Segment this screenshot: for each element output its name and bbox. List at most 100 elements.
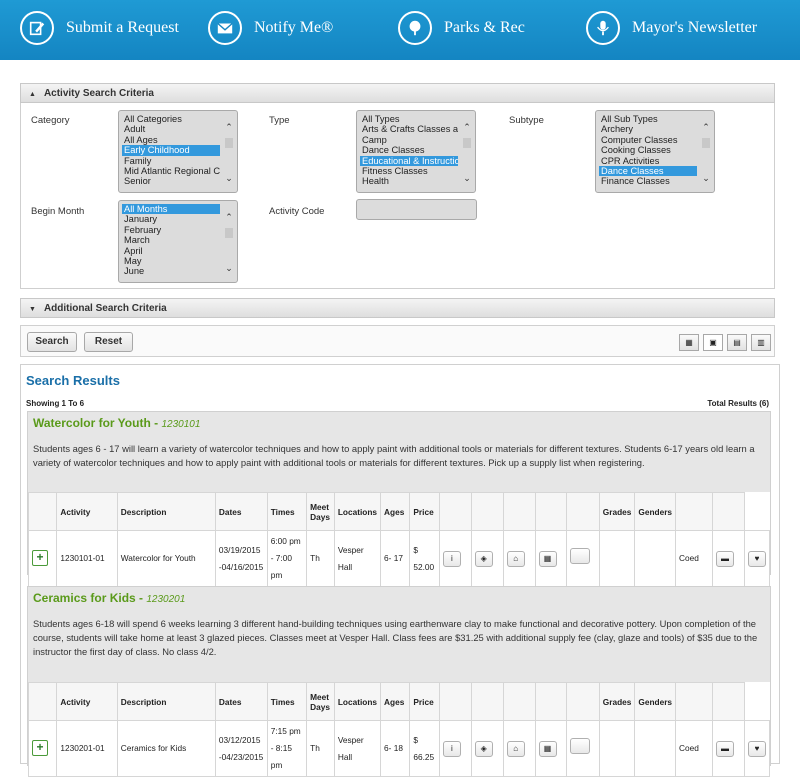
reset-button[interactable]: Reset <box>84 332 133 352</box>
scrollbar-thumb[interactable] <box>702 138 710 148</box>
icon-cell <box>566 530 600 587</box>
nav-submit-request[interactable]: Submit a Request <box>20 0 179 56</box>
column-header <box>438 682 472 721</box>
nav-notify-me[interactable]: Notify Me® <box>208 0 333 56</box>
calendar-view-icon[interactable]: ▥ <box>751 334 771 351</box>
column-header: Price <box>409 492 440 531</box>
scrollbar-thumb[interactable] <box>463 138 471 148</box>
activity-search-criteria-header[interactable]: ▲ Activity Search Criteria <box>20 83 775 103</box>
chevron-up-icon[interactable]: ⌃ <box>223 122 235 132</box>
nav-label: Mayor's Newsletter <box>632 19 758 36</box>
heart-icon[interactable]: ♥ <box>748 551 766 567</box>
column-header <box>675 682 713 721</box>
listbox-option[interactable]: Dance Classes <box>360 145 458 155</box>
chevron-down-icon[interactable]: ⌄ <box>700 173 712 183</box>
chevron-down-icon[interactable]: ⌄ <box>223 263 235 273</box>
showing-count: Showing 1 To 6 <box>26 399 85 408</box>
listbox-option[interactable]: Computer Classes <box>599 135 697 145</box>
listbox-option[interactable]: June <box>122 266 220 276</box>
detail-view-icon[interactable]: ▤ <box>727 334 747 351</box>
listbox-option[interactable]: Finance Classes <box>599 176 697 186</box>
scrollbar-thumb[interactable] <box>225 228 233 238</box>
folder-icon[interactable]: ▬ <box>715 741 734 757</box>
listbox-option[interactable]: Adult <box>122 124 220 134</box>
listbox-option[interactable]: Dance Classes <box>599 165 697 177</box>
list-view-icon[interactable]: ▣ <box>703 334 723 351</box>
listbox-option[interactable]: Cooking Classes <box>599 145 697 155</box>
scrollbar[interactable]: ⌃ ⌄ <box>223 204 235 279</box>
heart-icon[interactable]: ♥ <box>748 741 766 757</box>
listbox-option[interactable]: Senior <box>122 176 220 186</box>
listbox-option[interactable]: All Sub Types <box>599 114 697 124</box>
column-header: Ages <box>380 492 411 531</box>
scrollbar[interactable]: ⌃ ⌄ <box>223 114 235 189</box>
listbox-option[interactable]: February <box>122 225 220 235</box>
nav-parks-rec[interactable]: Parks & Rec <box>398 0 525 56</box>
listbox-option[interactable]: All Ages <box>122 135 220 145</box>
listbox-option[interactable]: All Types <box>360 114 458 124</box>
add-to-cart-icon[interactable]: + <box>32 740 48 756</box>
chevron-up-icon[interactable]: ⌃ <box>223 212 235 222</box>
activity-description: Students ages 6 - 17 will learn a variet… <box>33 443 755 468</box>
column-header <box>438 492 472 531</box>
scrollbar[interactable]: ⌃ ⌄ <box>461 114 473 189</box>
scrollbar-thumb[interactable] <box>225 138 233 148</box>
grid-view-icon[interactable]: ▦ <box>679 334 699 351</box>
chevron-up-icon[interactable]: ⌃ <box>461 122 473 132</box>
search-button[interactable]: Search <box>27 332 77 352</box>
listbox-option[interactable]: Mid Atlantic Regional Co <box>122 166 220 176</box>
listbox-option[interactable]: May <box>122 256 220 266</box>
begin-month-listbox[interactable]: All Months January February March April May Ju… <box>118 200 238 283</box>
listbox-option[interactable]: Early Childhood <box>122 145 220 156</box>
microphone-icon <box>586 11 620 45</box>
home-icon[interactable]: ⌂ <box>506 741 525 757</box>
tag-icon[interactable]: ◈ <box>474 551 493 567</box>
calendar-icon[interactable]: ▦ <box>538 551 557 567</box>
listbox-option[interactable]: Fitness Classes <box>360 166 458 176</box>
listbox-option[interactable]: April <box>122 246 220 256</box>
listbox-option[interactable]: Archery <box>599 124 697 134</box>
listbox-option[interactable]: Arts & Crafts Classes at <box>360 124 458 134</box>
genders-cell: Coed <box>675 530 713 587</box>
info-icon[interactable]: i <box>442 741 461 757</box>
tag-icon[interactable]: ◈ <box>474 741 493 757</box>
calendar-icon[interactable]: ▦ <box>538 741 557 757</box>
column-header <box>502 492 536 531</box>
type-listbox[interactable]: All Types Arts & Crafts Classes at Camp Dan… <box>356 110 476 193</box>
scrollbar[interactable]: ⌃ ⌄ <box>700 114 712 189</box>
activity-title[interactable]: Ceramics for Kids - 1230201 <box>33 591 185 605</box>
folder-icon[interactable]: ▬ <box>715 551 734 567</box>
listbox-option[interactable]: January <box>122 214 220 224</box>
activity-code-input[interactable] <box>356 199 477 220</box>
subtype-label: Subtype <box>509 115 544 126</box>
expand-triangle-icon: ▼ <box>29 306 36 313</box>
category-label: Category <box>31 115 70 126</box>
home-icon[interactable]: ⌂ <box>506 551 525 567</box>
additional-search-criteria-header[interactable]: ▼ Additional Search Criteria <box>20 298 775 318</box>
add-to-cart-icon[interactable]: + <box>32 550 48 566</box>
listbox-option[interactable]: Health <box>360 176 458 186</box>
listbox-option[interactable]: March <box>122 235 220 245</box>
activity-title[interactable]: Watercolor for Youth - 1230101 <box>33 416 200 430</box>
chevron-up-icon[interactable]: ⌃ <box>700 122 712 132</box>
nav-label: Submit a Request <box>66 19 179 36</box>
activity-card: Ceramics for Kids - 1230201 Students age… <box>27 586 771 777</box>
chevron-down-icon[interactable]: ⌄ <box>461 173 473 183</box>
listbox-option[interactable]: Educational & Instruction <box>360 155 458 166</box>
info-icon[interactable]: i <box>442 551 461 567</box>
column-header <box>470 682 504 721</box>
ages-cell: 6- 17 <box>380 530 411 587</box>
subtype-listbox[interactable]: All Sub Types Archery Computer Classes Cook… <box>595 110 715 193</box>
listbox-option[interactable]: Family <box>122 156 220 166</box>
listbox-option[interactable]: All Categories <box>122 114 220 124</box>
listbox-option[interactable]: CPR Activities <box>599 156 697 166</box>
price-cell: $ 52.00 <box>409 530 440 587</box>
begin-month-label: Begin Month <box>31 206 85 217</box>
category-listbox[interactable]: All Categories Adult All Ages Early Childho… <box>118 110 238 193</box>
blank-button[interactable] <box>570 547 591 564</box>
nav-mayors-newsletter[interactable]: Mayor's Newsletter <box>586 0 757 56</box>
blank-button[interactable] <box>570 737 591 754</box>
listbox-option[interactable]: Camp <box>360 135 458 145</box>
chevron-down-icon[interactable]: ⌄ <box>223 173 235 183</box>
listbox-option[interactable]: All Months <box>122 204 220 215</box>
